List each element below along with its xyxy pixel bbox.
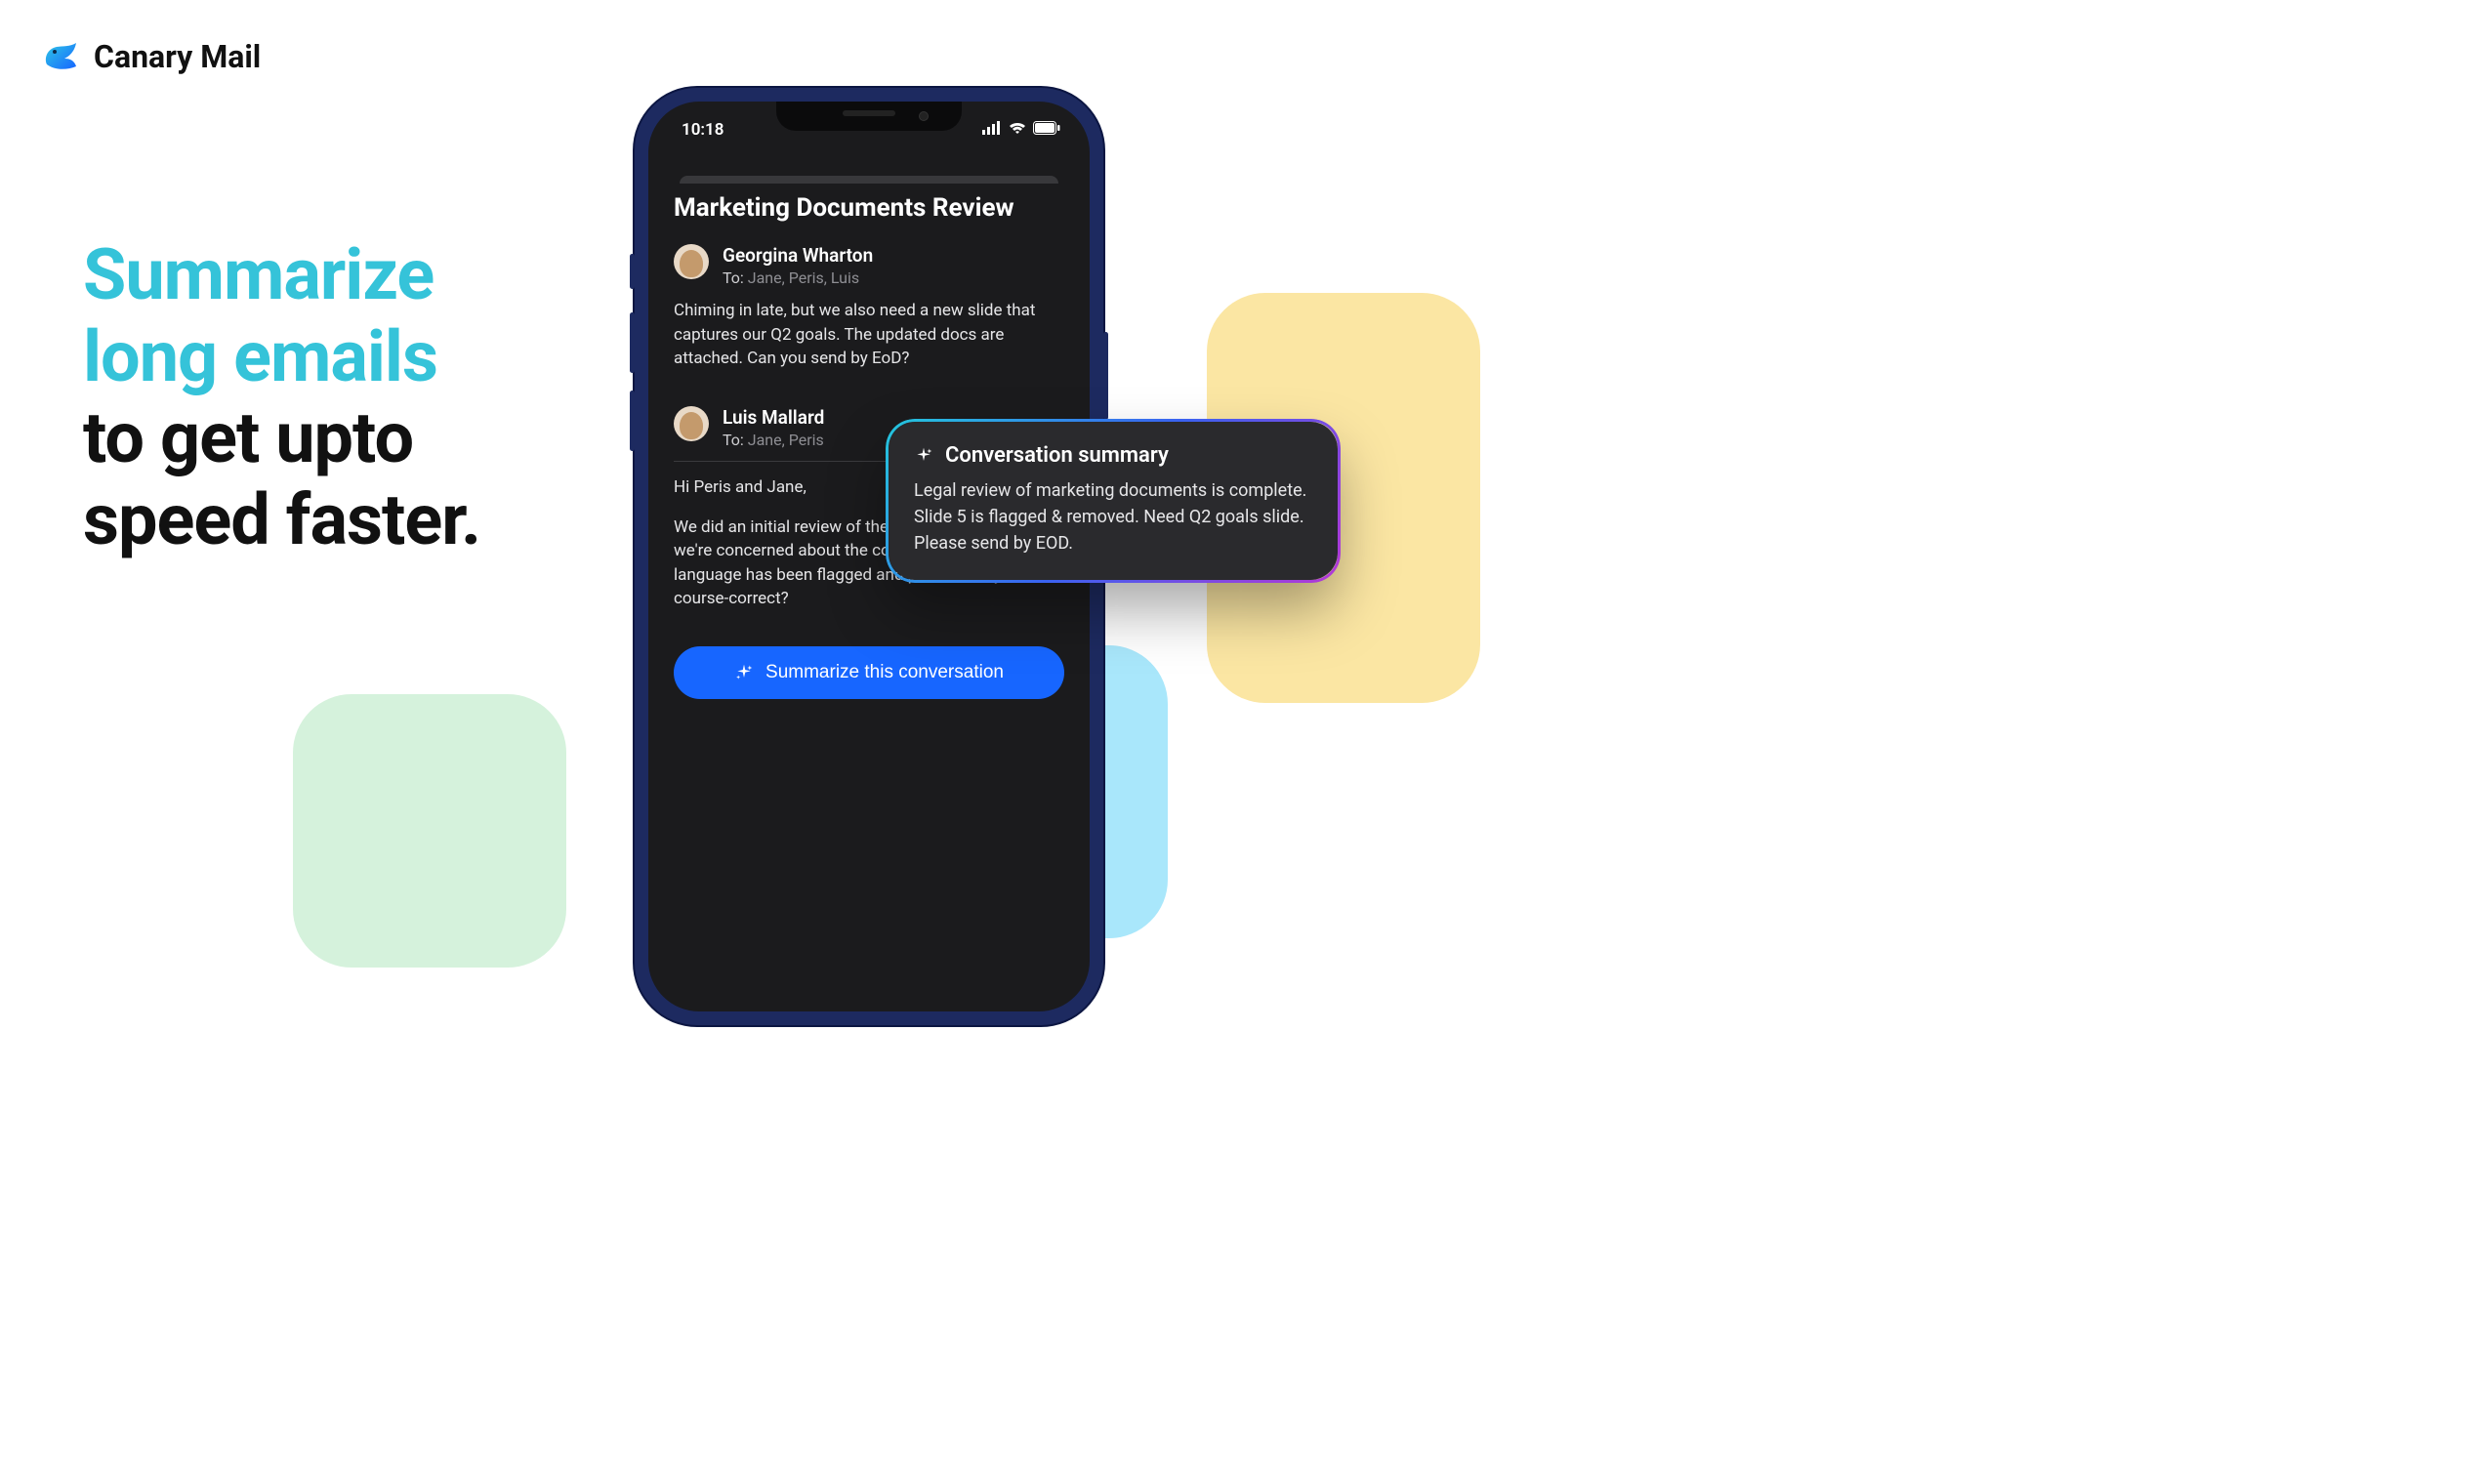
avatar [674,244,709,279]
email-thread-view: Marketing Documents Review Georgina Whar… [648,166,1090,1011]
phone-side-button [630,391,635,451]
summarize-button[interactable]: Summarize this conversation [674,646,1064,699]
thread-subject: Marketing Documents Review [674,193,1064,223]
phone-side-button [630,254,635,289]
sender-name: Georgina Wharton [723,244,873,267]
sparkle-icon [914,446,933,466]
card-peek [680,176,1058,184]
conversation-summary-card: Conversation summary Legal review of mar… [889,422,1338,580]
recipients: Jane, Peris, Luis [748,268,859,287]
decor-blob-green [293,694,566,968]
headline-line-2: long emails [83,316,480,398]
headline-line-3: to get upto [83,397,480,479]
to-label: To: [723,431,744,449]
wifi-icon [1008,120,1027,140]
sender-name: Luis Mallard [723,406,824,429]
marketing-headline: Summarize long emails to get upto speed … [83,234,480,560]
recipients: Jane, Peris [748,431,824,449]
brand-logo: Canary Mail [41,37,261,76]
email-message: Georgina Wharton To: Jane, Peris, Luis C… [674,244,1064,371]
summary-body: Legal review of marketing documents is c… [914,477,1312,556]
sparkle-icon [734,663,754,682]
recipients-line: To: Jane, Peris [723,431,824,449]
avatar [674,406,709,441]
recipients-line: To: Jane, Peris, Luis [723,268,873,287]
summary-title: Conversation summary [945,443,1169,468]
brand-name: Canary Mail [94,38,261,75]
headline-line-1: Summarize [83,234,480,316]
phone-notch [776,102,962,131]
phone-side-button [1103,332,1108,420]
to-label: To: [723,268,744,287]
headline-line-4: speed faster. [83,479,480,561]
summarize-button-label: Summarize this conversation [765,662,1004,683]
status-time: 10:18 [682,120,724,140]
phone-side-button [630,312,635,373]
battery-icon [1033,120,1060,140]
cellular-icon [982,120,1002,140]
canary-bird-icon [41,37,80,76]
message-body: Chiming in late, but we also need a new … [674,299,1064,371]
